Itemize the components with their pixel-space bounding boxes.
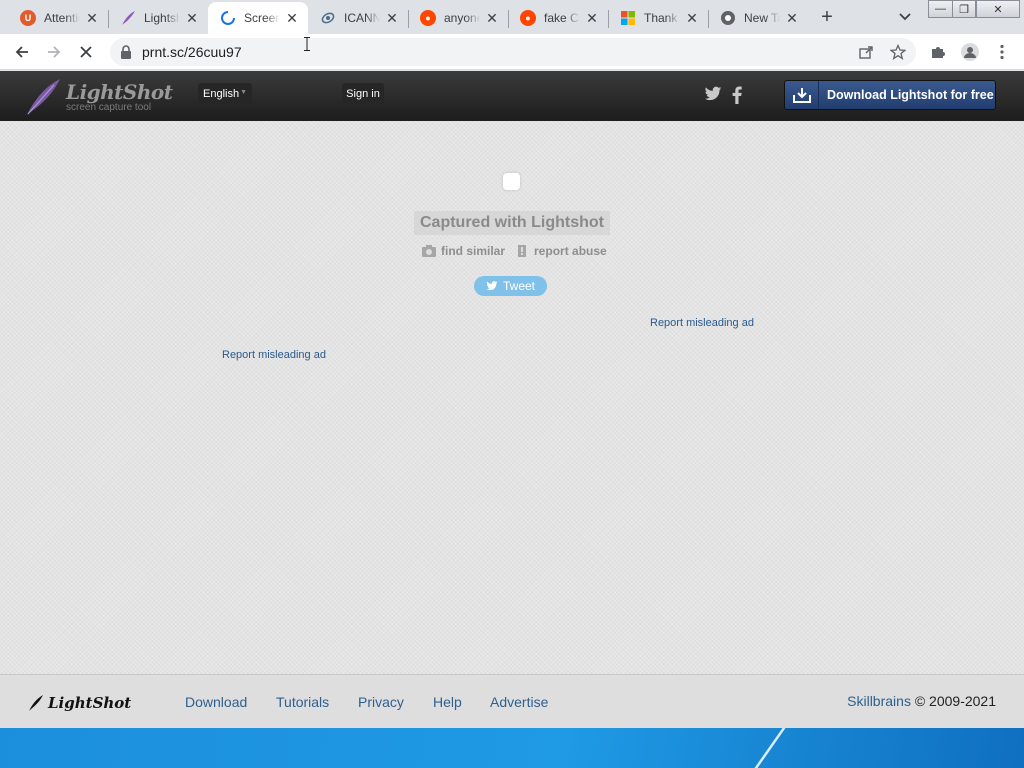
- forward-arrow-icon: [48, 46, 61, 58]
- tab-title: fake Cr: [544, 11, 580, 25]
- tab-title: Thank: [644, 11, 678, 25]
- image-actions: find similar report abuse: [422, 243, 617, 259]
- twitter-bird-icon: [486, 281, 498, 291]
- camera-icon: [422, 245, 436, 257]
- footer-link-help[interactable]: Help: [433, 694, 462, 710]
- url-text[interactable]: prnt.sc/26cuu97: [142, 44, 242, 60]
- captured-with-lightshot-label: Captured with Lightshot: [414, 211, 610, 235]
- caret-down-icon: ▼: [240, 89, 247, 96]
- report-abuse-link[interactable]: report abuse: [515, 244, 607, 258]
- tab-title: New Tab: [744, 11, 780, 25]
- tab-title: Lightshot: [144, 11, 180, 25]
- language-selector[interactable]: English ▼: [198, 83, 252, 105]
- microsoft-icon: [620, 10, 636, 26]
- feather-icon: [29, 695, 43, 711]
- tab-reddit-fake[interactable]: ● fake Cr ✕: [508, 2, 609, 34]
- tab-title: ICANN: [344, 11, 380, 25]
- minimize-button[interactable]: —: [928, 0, 952, 18]
- skillbrains-link[interactable]: Skillbrains: [847, 693, 911, 709]
- forward-button[interactable]: [42, 40, 66, 64]
- new-tab-button[interactable]: +: [816, 6, 838, 28]
- tab-lightshot[interactable]: Lightshot ✕: [108, 2, 208, 34]
- report-misleading-ad-link[interactable]: Report misleading ad: [650, 317, 754, 329]
- extensions-puzzle-icon[interactable]: [928, 42, 948, 62]
- close-icon[interactable]: ✕: [84, 10, 100, 26]
- find-similar-label: find similar: [441, 244, 506, 258]
- tab-search-chevron-icon[interactable]: [896, 8, 914, 26]
- report-misleading-ad-link[interactable]: Report misleading ad: [222, 349, 326, 361]
- download-label: Download Lightshot for free: [827, 88, 994, 102]
- tab-new-tab[interactable]: New Tab ✕: [708, 2, 808, 34]
- browser-toolbar: prnt.sc/26cuu97: [0, 34, 1024, 70]
- loading-spinner-icon: [220, 10, 236, 26]
- profile-avatar-icon[interactable]: [960, 42, 980, 62]
- menu-kebab-icon[interactable]: [992, 42, 1012, 62]
- footer-link-advertise[interactable]: Advertise: [490, 694, 548, 710]
- feather-logo-icon: [27, 79, 60, 115]
- tab-strip: U Attention ✕ Lightshot ✕ Screenshot ✕ I…: [0, 0, 1024, 34]
- close-icon[interactable]: ✕: [484, 10, 500, 26]
- back-arrow-icon: [15, 46, 28, 58]
- tab-icann[interactable]: ICANN ✕: [308, 2, 409, 34]
- language-label: English: [203, 88, 240, 100]
- tab-title: Attention: [44, 11, 80, 25]
- screenshot-viewer: [0, 121, 1024, 674]
- copyright: Skillbrains © 2009-2021: [847, 693, 996, 709]
- close-icon[interactable]: ✕: [684, 10, 700, 26]
- copyright-years: © 2009-2021: [914, 693, 996, 709]
- bookmark-star-icon[interactable]: [888, 42, 908, 62]
- tab-reddit-anyone[interactable]: ● anyone ✕: [408, 2, 509, 34]
- stop-x-icon: [80, 46, 92, 58]
- text-cursor-icon: [304, 37, 310, 51]
- close-icon[interactable]: ✕: [384, 10, 400, 26]
- facebook-icon[interactable]: [732, 86, 750, 104]
- twitter-icon[interactable]: [704, 86, 722, 104]
- footer-brand: LightShot: [48, 694, 132, 712]
- site-footer: LightShot Download Tutorials Privacy Hel…: [0, 674, 1024, 728]
- close-icon[interactable]: ✕: [784, 10, 800, 26]
- lightshot-logo[interactable]: LightShot screen capture tool: [24, 75, 173, 117]
- footer-link-privacy[interactable]: Privacy: [358, 694, 404, 710]
- download-tray-icon: [785, 81, 819, 109]
- reddit-icon: ●: [420, 10, 436, 26]
- download-lightshot-button[interactable]: Download Lightshot for free: [784, 80, 996, 110]
- restore-button[interactable]: ❐: [952, 0, 976, 18]
- tab-title: anyone: [444, 11, 480, 25]
- report-abuse-label: report abuse: [534, 244, 607, 258]
- back-button[interactable]: [10, 40, 34, 64]
- close-icon[interactable]: ✕: [284, 10, 300, 26]
- feather-icon: [120, 10, 136, 26]
- ublock-icon: U: [20, 10, 36, 26]
- image-placeholder: [503, 173, 520, 190]
- chrome-icon: [720, 10, 736, 26]
- stop-loading-button[interactable]: [74, 40, 98, 64]
- close-icon[interactable]: ✕: [184, 10, 200, 26]
- tab-attention[interactable]: U Attention ✕: [8, 2, 109, 34]
- brand-tagline: screen capture tool: [66, 102, 152, 113]
- close-icon[interactable]: ✕: [584, 10, 600, 26]
- share-icon[interactable]: [856, 42, 876, 62]
- icann-icon: [320, 10, 336, 26]
- footer-link-tutorials[interactable]: Tutorials: [276, 694, 329, 710]
- find-similar-link[interactable]: find similar: [422, 244, 505, 258]
- window-close-button[interactable]: ✕: [976, 0, 1020, 18]
- tab-screenshot-active[interactable]: Screenshot ✕: [208, 2, 308, 34]
- footer-link-download[interactable]: Download: [185, 694, 247, 710]
- reddit-icon: ●: [520, 10, 536, 26]
- desktop-wallpaper: [0, 728, 1024, 768]
- brand-name: LightShot: [66, 80, 173, 104]
- lock-icon[interactable]: [120, 45, 132, 59]
- tweet-button[interactable]: Tweet: [474, 276, 547, 296]
- tab-thank[interactable]: Thank ✕: [608, 2, 709, 34]
- wallpaper-light-streak: [740, 728, 850, 768]
- report-flag-icon: [518, 245, 527, 257]
- footer-logo[interactable]: LightShot: [28, 694, 131, 712]
- address-bar[interactable]: prnt.sc/26cuu97: [110, 38, 916, 66]
- sign-in-button[interactable]: Sign in: [342, 83, 384, 105]
- tab-title: Screenshot: [244, 11, 280, 25]
- tweet-label: Tweet: [502, 279, 535, 293]
